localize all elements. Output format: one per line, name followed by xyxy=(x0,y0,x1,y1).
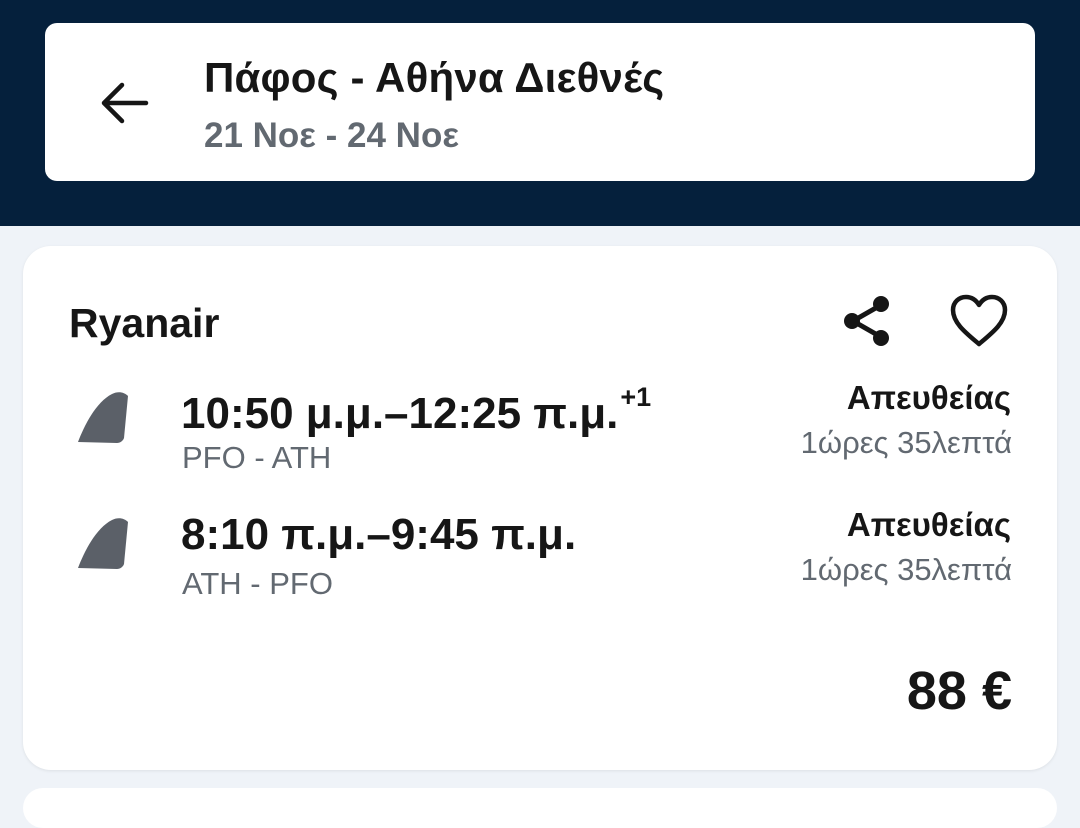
favorite-button[interactable] xyxy=(944,288,1014,354)
airline-tail-icon xyxy=(72,388,132,448)
leg-1-route: PFO - ATH xyxy=(182,440,332,475)
leg-1-times: 10:50 μ.μ.–12:25 π.μ.+1 xyxy=(181,382,652,438)
leg-2-times: 8:10 π.μ.–9:45 π.μ. xyxy=(181,510,577,559)
heart-outline-icon xyxy=(950,294,1008,347)
airline-tail-icon xyxy=(72,514,132,574)
back-button[interactable] xyxy=(88,70,160,136)
leg-2-route: ATH - PFO xyxy=(182,566,333,601)
leg-1-stops: Απευθείας xyxy=(846,379,1011,416)
leg-1-day-offset: +1 xyxy=(620,382,652,412)
arrow-left-icon xyxy=(101,82,149,124)
leg-2-stops: Απευθείας xyxy=(846,506,1011,543)
next-result-card[interactable] xyxy=(23,788,1057,828)
leg-1-duration: 1ώρες 35λεπτά xyxy=(800,425,1012,460)
route-dates: 21 Νοε - 24 Νοε xyxy=(204,116,459,155)
price-label: 88 € xyxy=(906,661,1012,721)
search-summary-bar[interactable] xyxy=(45,23,1035,181)
share-icon xyxy=(844,296,889,346)
leg-2-duration: 1ώρες 35λεπτά xyxy=(800,552,1012,587)
airline-name: Ryanair xyxy=(69,300,220,346)
share-button[interactable] xyxy=(836,290,898,352)
route-title: Πάφος - Αθήνα Διεθνές xyxy=(204,54,665,101)
